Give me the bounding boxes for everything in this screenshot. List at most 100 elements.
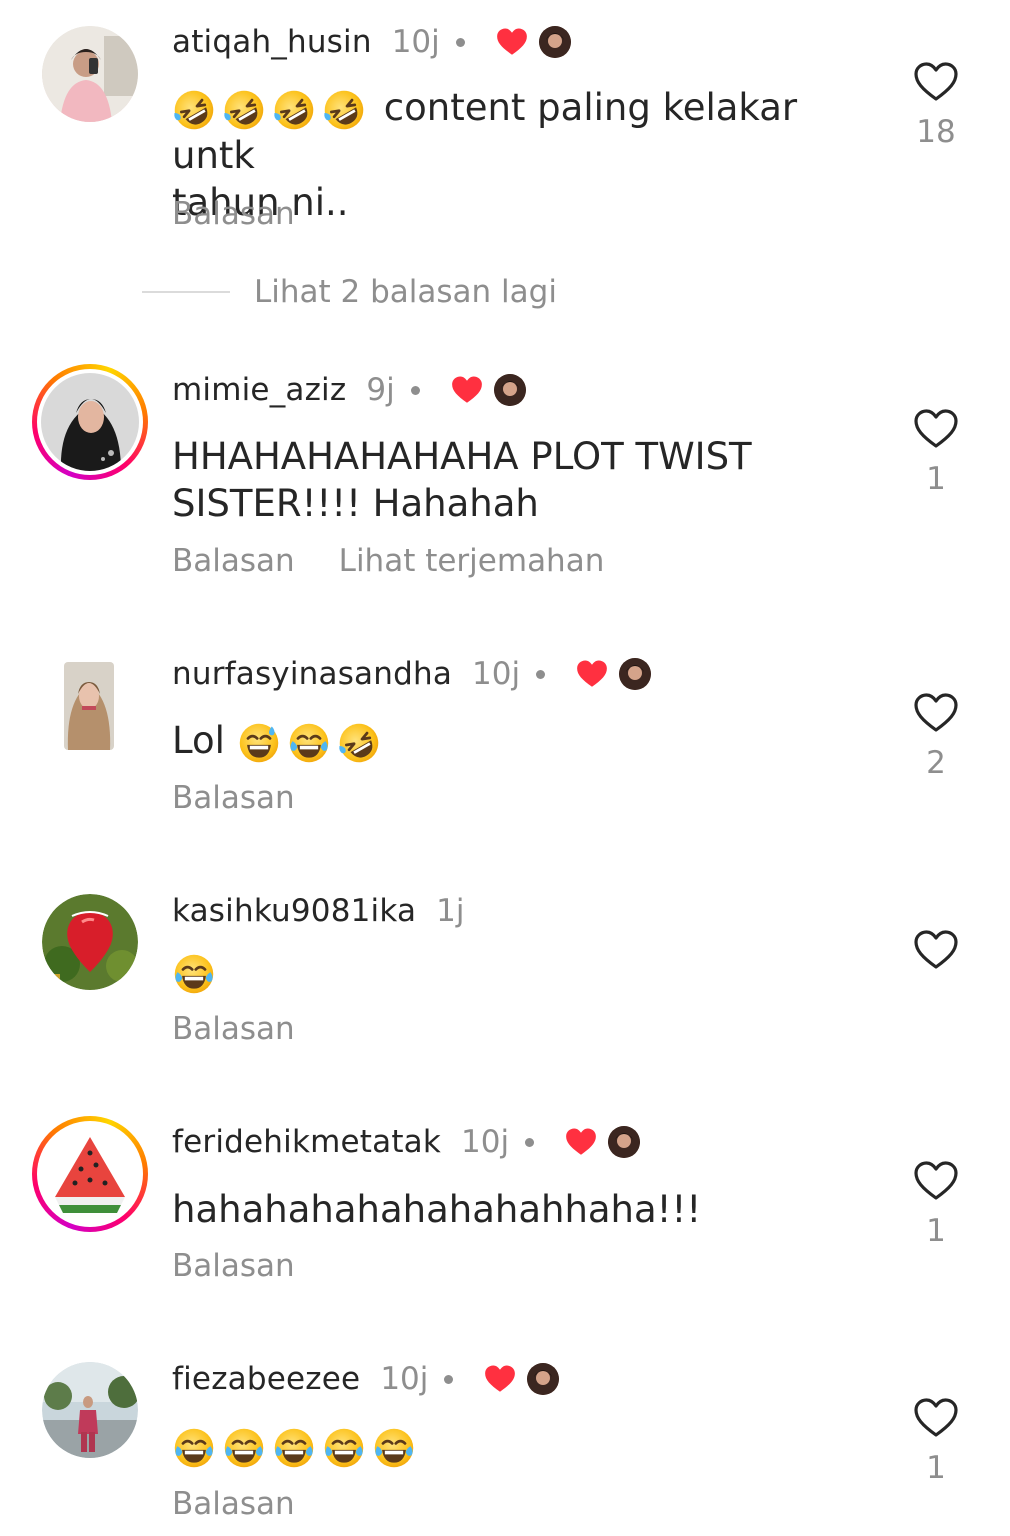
avatar-story-ring[interactable] xyxy=(32,364,148,480)
like-count: 18 xyxy=(916,114,956,150)
comment-text xyxy=(172,1422,872,1470)
tears-of-joy-icon xyxy=(372,1426,416,1470)
heart-filled-icon xyxy=(575,657,609,691)
emoji-group xyxy=(172,952,222,996)
like-count: 1 xyxy=(926,1213,946,1249)
reply-button[interactable]: Balasan xyxy=(172,196,295,232)
creator-avatar xyxy=(608,1126,641,1158)
comment-text: HHAHAHAHAHAHA PLOT TWIST SISTER!!!! Haha… xyxy=(172,435,752,525)
creator-like-badge xyxy=(564,1125,641,1159)
like-column: 1 xyxy=(906,1157,966,1249)
comment-header: nurfasyinasandha 10j xyxy=(172,652,652,696)
comment-time: 9j xyxy=(366,372,395,408)
comment-text xyxy=(172,948,872,996)
divider-line xyxy=(142,291,230,293)
like-column: 1 xyxy=(906,1394,966,1486)
reply-button[interactable]: Balasan xyxy=(172,780,295,816)
tears-of-joy-icon xyxy=(272,1426,316,1470)
comment-header: feridehikmetatak 10j xyxy=(172,1120,641,1164)
reply-button[interactable]: Balasan xyxy=(172,1248,295,1284)
tears-of-joy-icon xyxy=(287,721,331,765)
comment-actions: Balasan Lihat terjemahan xyxy=(172,543,604,579)
comment-header: kasihku9081ika 1j xyxy=(172,889,465,933)
view-more-replies-label: Lihat 2 balasan lagi xyxy=(254,274,557,310)
creator-like-badge xyxy=(575,657,652,691)
comment-text-content: Lol xyxy=(172,719,225,762)
comment-actions: Balasan xyxy=(172,780,295,816)
emoji-group xyxy=(172,1426,422,1470)
heart-filled-icon xyxy=(564,1125,598,1159)
comment-header: mimie_aziz 9j xyxy=(172,368,526,412)
avatar[interactable] xyxy=(42,26,138,122)
heart-filled-icon xyxy=(450,373,484,407)
avatar-story-ring[interactable] xyxy=(32,1116,148,1232)
like-count: 1 xyxy=(926,1450,946,1486)
like-count: 2 xyxy=(926,745,946,781)
separator-dot xyxy=(444,1374,454,1384)
creator-like-badge xyxy=(495,25,571,59)
tears-of-joy-icon xyxy=(172,952,216,996)
tears-of-joy-icon xyxy=(172,1426,216,1470)
reply-button[interactable]: Balasan xyxy=(172,1486,295,1522)
like-column: 1 xyxy=(906,405,966,497)
heart-filled-icon xyxy=(483,1362,517,1396)
comment-header: atiqah_husin 10j xyxy=(172,20,571,64)
reply-button[interactable]: Balasan xyxy=(172,543,295,579)
like-column: 2 xyxy=(906,689,966,781)
separator-dot xyxy=(455,37,465,47)
heart-outline-icon[interactable] xyxy=(912,926,960,974)
creator-avatar xyxy=(619,658,652,690)
separator-dot xyxy=(525,1137,535,1147)
heart-outline-icon[interactable] xyxy=(912,1394,960,1442)
avatar-photo xyxy=(64,662,114,750)
grinning-sweat-icon xyxy=(237,721,281,765)
comment-header: fiezabeezee 10j xyxy=(172,1357,560,1401)
avatar[interactable] xyxy=(64,662,114,750)
avatar-photo xyxy=(42,894,138,990)
view-more-replies-button[interactable]: Lihat 2 balasan lagi xyxy=(142,274,557,310)
comment-time: 10j xyxy=(380,1361,429,1397)
tears-of-joy-icon xyxy=(222,1426,266,1470)
comment-actions: Balasan xyxy=(172,1011,295,1047)
comment-actions: Balasan xyxy=(172,1248,295,1284)
comment-actions: Balasan xyxy=(172,1486,295,1522)
rolling-on-floor-laughing-icon xyxy=(337,721,381,765)
comment-text: hahahahahahahahahhaha!!! xyxy=(172,1188,702,1231)
creator-like-badge xyxy=(483,1362,560,1396)
reply-button[interactable]: Balasan xyxy=(172,1011,295,1047)
creator-avatar xyxy=(538,26,571,58)
heart-outline-icon[interactable] xyxy=(912,405,960,453)
like-column xyxy=(906,926,966,978)
comment-time: 10j xyxy=(461,1124,510,1160)
avatar[interactable] xyxy=(42,894,138,990)
comment-actions: Balasan xyxy=(172,196,295,232)
username[interactable]: nurfasyinasandha xyxy=(172,656,452,692)
like-count: 1 xyxy=(926,461,946,497)
username[interactable]: kasihku9081ika xyxy=(172,893,416,929)
heart-outline-icon[interactable] xyxy=(912,689,960,737)
heart-outline-icon[interactable] xyxy=(912,58,960,106)
like-column: 18 xyxy=(906,58,966,150)
avatar[interactable] xyxy=(42,1362,138,1458)
rolling-on-floor-laughing-icon xyxy=(272,88,316,132)
separator-dot xyxy=(536,669,546,679)
see-translation-button[interactable]: Lihat terjemahan xyxy=(339,543,605,579)
rolling-on-floor-laughing-icon xyxy=(322,88,366,132)
separator-dot xyxy=(410,385,420,395)
creator-avatar xyxy=(493,374,526,406)
avatar-photo xyxy=(41,373,139,471)
comment-text: Lol xyxy=(172,717,872,765)
creator-avatar xyxy=(527,1363,560,1395)
creator-like-badge xyxy=(450,373,526,407)
heart-outline-icon[interactable] xyxy=(912,1157,960,1205)
username[interactable]: mimie_aziz xyxy=(172,372,346,408)
emoji-group xyxy=(237,721,387,765)
username[interactable]: fiezabeezee xyxy=(172,1361,360,1397)
avatar-photo xyxy=(41,1125,139,1223)
username[interactable]: atiqah_husin xyxy=(172,24,372,60)
rolling-on-floor-laughing-icon xyxy=(172,88,216,132)
comment-time: 10j xyxy=(472,656,521,692)
tears-of-joy-icon xyxy=(322,1426,366,1470)
username[interactable]: feridehikmetatak xyxy=(172,1124,441,1160)
comment-time: 10j xyxy=(391,24,440,60)
